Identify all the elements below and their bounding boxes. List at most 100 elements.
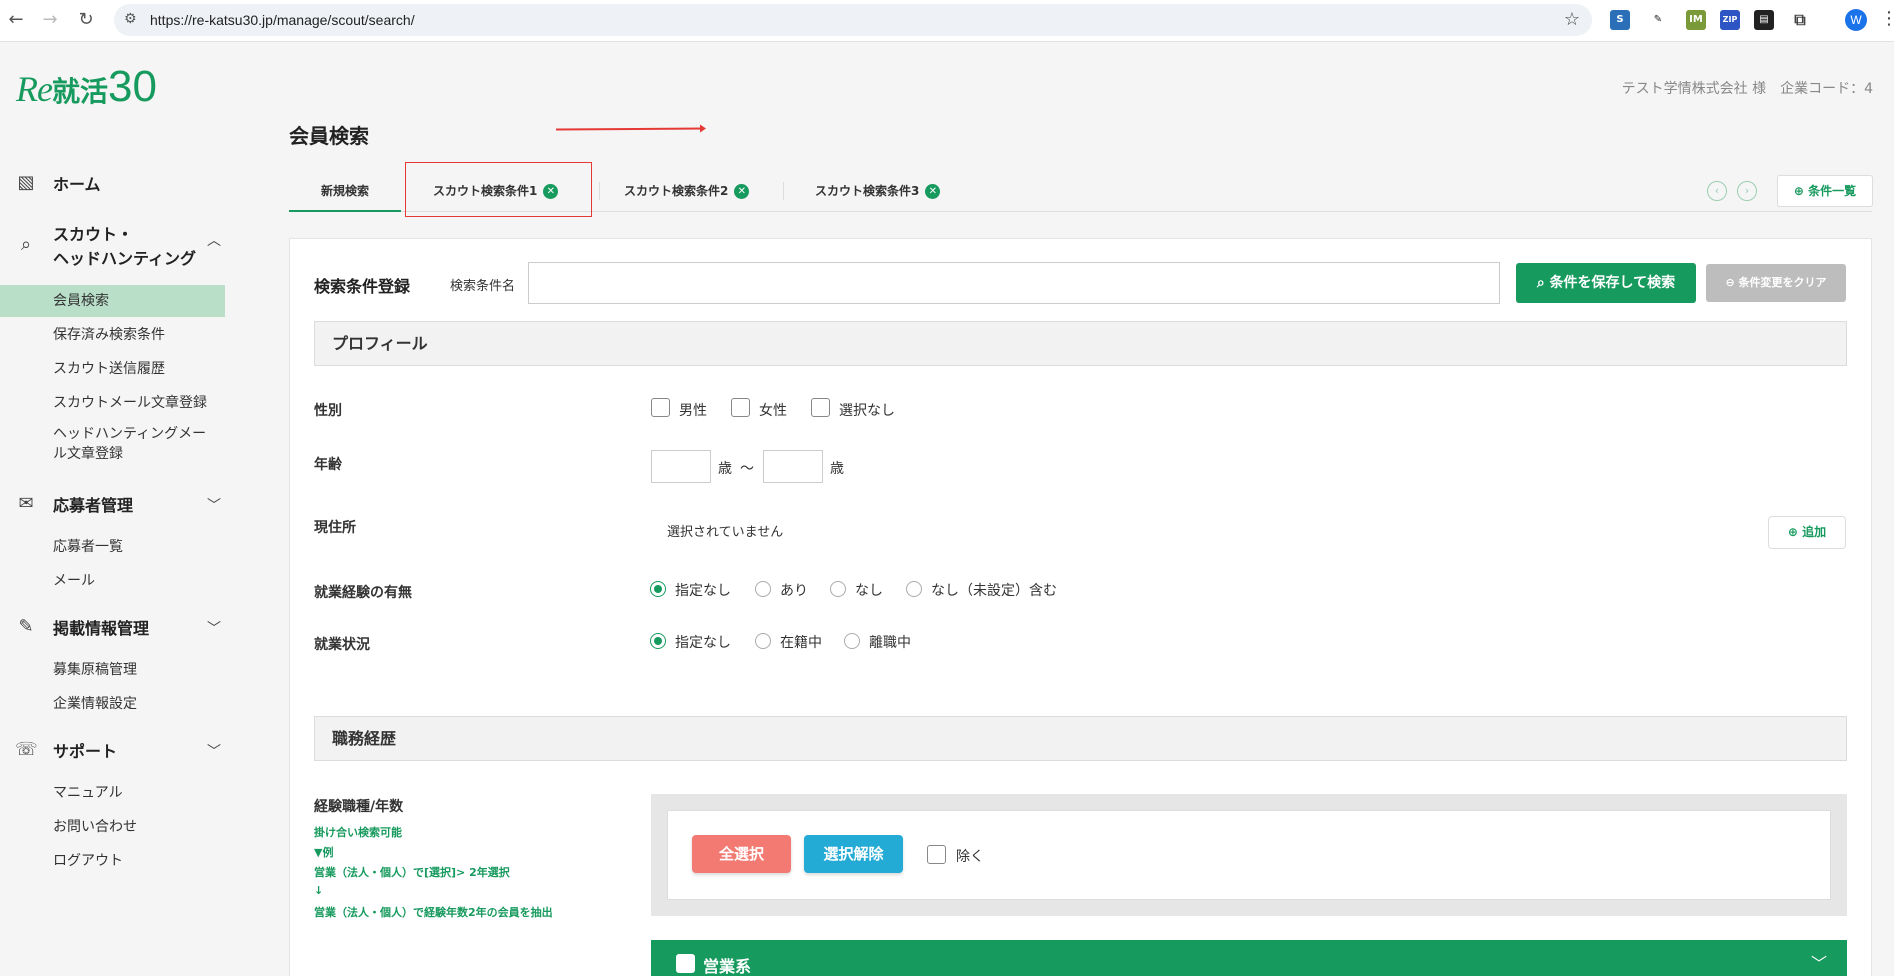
logo-re: Re <box>16 69 53 109</box>
chevron-down-icon[interactable]: ﹀ <box>207 618 221 638</box>
save-and-search-button[interactable]: ⌕ 条件を保存して検索 <box>1516 263 1696 303</box>
chevron-down-icon[interactable]: ﹀ <box>207 741 221 761</box>
chevron-down-icon[interactable]: ﹀ <box>1811 950 1827 974</box>
experience-no-radio[interactable] <box>830 581 846 597</box>
exclude-label: 除く <box>956 849 984 865</box>
clear-changes-label: 条件変更をクリア <box>1738 276 1827 289</box>
sidebar-item-contact[interactable]: お問い合わせ <box>0 811 225 843</box>
sales-category-label: 営業系 <box>703 957 752 976</box>
status-unemployed-radio[interactable] <box>844 633 860 649</box>
sidebar-support-label: サポート <box>53 742 118 761</box>
status-any-label: 指定なし <box>675 635 731 651</box>
document-icon[interactable]: ▤ <box>1754 10 1774 30</box>
page-title: 会員検索 <box>289 124 369 148</box>
zip-icon[interactable]: ZIP <box>1720 10 1740 30</box>
gender-none-checkbox[interactable] <box>811 398 830 417</box>
bookmark-star-icon[interactable]: ☆ <box>1564 9 1580 30</box>
sidebar-item-mail[interactable]: メール <box>0 565 225 597</box>
sidebar-item-logout[interactable]: ログアウト <box>0 845 225 877</box>
back-icon[interactable]: ← <box>4 8 28 32</box>
sidebar-listing[interactable]: ✎ 掲載情報管理 ﹀ <box>0 614 225 644</box>
puzzle-icon[interactable]: ⧉ <box>1790 10 1810 30</box>
sidebar-listing-label: 掲載情報管理 <box>53 619 150 638</box>
profile-section-header: プロフィール <box>314 321 1847 366</box>
chevron-up-icon[interactable]: ︿ <box>207 230 221 250</box>
sidebar-item-scout-mail[interactable]: スカウトメール文章登録 <box>0 387 225 419</box>
clear-changes-button[interactable]: ⊖ 条件変更をクリア <box>1706 264 1846 302</box>
gender-female-checkbox[interactable] <box>731 398 750 417</box>
address-value: 選択されていません <box>667 525 784 540</box>
condition-list-button[interactable]: ⊕ 条件一覧 <box>1777 175 1873 207</box>
address-bar[interactable]: ⚙ https://re-katsu30.jp/manage/scout/sea… <box>114 4 1592 36</box>
age-unit: 歳 <box>718 461 732 477</box>
chevron-right-icon[interactable]: › <box>1737 181 1757 201</box>
tab-scout-condition-2[interactable]: スカウト検索条件2 ✕ <box>624 170 750 212</box>
profile-avatar[interactable]: W <box>1845 9 1867 31</box>
experience-yes-radio[interactable] <box>755 581 771 597</box>
sidebar-scout-label: スカウト・ ヘッドハンティング <box>53 225 197 268</box>
dashboard-icon: ▧ <box>17 172 35 193</box>
sidebar-applicants[interactable]: ✉ 応募者管理 ﹀ <box>0 491 225 521</box>
sidebar-item-saved-conditions[interactable]: 保存済み検索条件 <box>0 319 225 351</box>
annotation-arrow <box>555 127 705 131</box>
tab-scout-condition-3[interactable]: スカウト検索条件3 ✕ <box>815 170 941 212</box>
edit-document-icon: ✎ <box>18 616 34 637</box>
employment-status-label: 就業状況 <box>314 637 370 653</box>
select-all-button[interactable]: 全選択 <box>692 835 791 873</box>
sidebar-item-recruit-drafts[interactable]: 募集原稿管理 <box>0 654 225 686</box>
sidebar-item-headhunt-mail[interactable]: ヘッドハンティングメー ル文章登録 <box>0 424 225 468</box>
condition-name-input[interactable] <box>528 262 1500 304</box>
plus-circle-icon: ⊕ <box>1787 525 1798 539</box>
job-type-label: 経験職種/年数 <box>314 799 404 815</box>
forward-icon[interactable]: → <box>38 8 62 32</box>
add-address-button[interactable]: ⊕ 追加 <box>1768 516 1846 549</box>
logo-katsu: 就活 <box>51 75 108 108</box>
company-info: テスト学情株式会社 様 企業コード：4 <box>1621 81 1873 97</box>
sales-category-checkbox[interactable] <box>676 954 695 973</box>
sidebar-item-scout-history[interactable]: スカウト送信履歴 <box>0 353 225 385</box>
sidebar-support[interactable]: ☏ サポート ﹀ <box>0 737 225 767</box>
experience-any-label: 指定なし <box>675 583 731 599</box>
experience-unset-radio[interactable] <box>906 581 922 597</box>
status-unemployed-label: 離職中 <box>869 635 911 651</box>
chevron-left-icon[interactable]: ‹ <box>1707 181 1727 201</box>
sidebar-item-applicant-list[interactable]: 応募者一覧 <box>0 531 225 563</box>
experience-yes-label: あり <box>780 583 808 599</box>
gender-male-checkbox[interactable] <box>651 398 670 417</box>
chevron-down-icon[interactable]: ﹀ <box>207 495 221 515</box>
reload-icon[interactable]: ↻ <box>74 8 98 32</box>
sidebar-home[interactable]: ▧ ホーム <box>0 170 225 200</box>
menu-kebab-icon[interactable]: ⋮ <box>1880 8 1894 29</box>
tab-separator <box>599 182 600 200</box>
sidebar-item-company-settings[interactable]: 企業情報設定 <box>0 688 225 720</box>
eyedropper-icon[interactable]: ✎ <box>1648 10 1668 30</box>
status-employed-radio[interactable] <box>755 633 771 649</box>
url-text[interactable]: https://re-katsu30.jp/manage/scout/searc… <box>150 12 415 28</box>
close-icon[interactable]: ✕ <box>734 184 750 199</box>
tab-new-search[interactable]: 新規検索 <box>289 170 401 212</box>
search-icon: ⌕ <box>20 234 32 255</box>
job-category-sales[interactable]: 営業系 ﹀ <box>651 940 1847 976</box>
status-any-radio[interactable] <box>650 633 666 649</box>
age-min-input[interactable] <box>651 450 711 483</box>
age-max-input[interactable] <box>763 450 823 483</box>
mail-icon: ✉ <box>18 493 34 514</box>
im-icon[interactable]: IM <box>1686 10 1706 30</box>
exclude-checkbox[interactable] <box>927 845 946 864</box>
job-note-4: ↓ <box>314 884 324 897</box>
condition-list-label: 条件一覧 <box>1808 184 1857 198</box>
condition-name-label: 検索条件名 <box>450 279 516 294</box>
sidebar-scout[interactable]: ⌕ スカウト・ ヘッドハンティング ︿ <box>0 222 225 272</box>
screen-icon[interactable]: S <box>1610 10 1630 30</box>
site-settings-icon[interactable]: ⚙ <box>124 11 137 27</box>
sidebar-home-label: ホーム <box>53 175 101 194</box>
search-icon: ⌕ <box>1536 275 1545 291</box>
logo[interactable]: Re就活30 <box>16 62 157 114</box>
close-icon[interactable]: ✕ <box>925 184 941 199</box>
sidebar-item-member-search[interactable]: 会員検索 <box>0 285 225 317</box>
experience-label: 就業経験の有無 <box>314 585 412 601</box>
deselect-all-button[interactable]: 選択解除 <box>804 835 903 873</box>
experience-any-radio[interactable] <box>650 581 666 597</box>
job-note-1: 掛け合い検索可能 <box>314 826 402 839</box>
sidebar-item-manual[interactable]: マニュアル <box>0 777 225 809</box>
